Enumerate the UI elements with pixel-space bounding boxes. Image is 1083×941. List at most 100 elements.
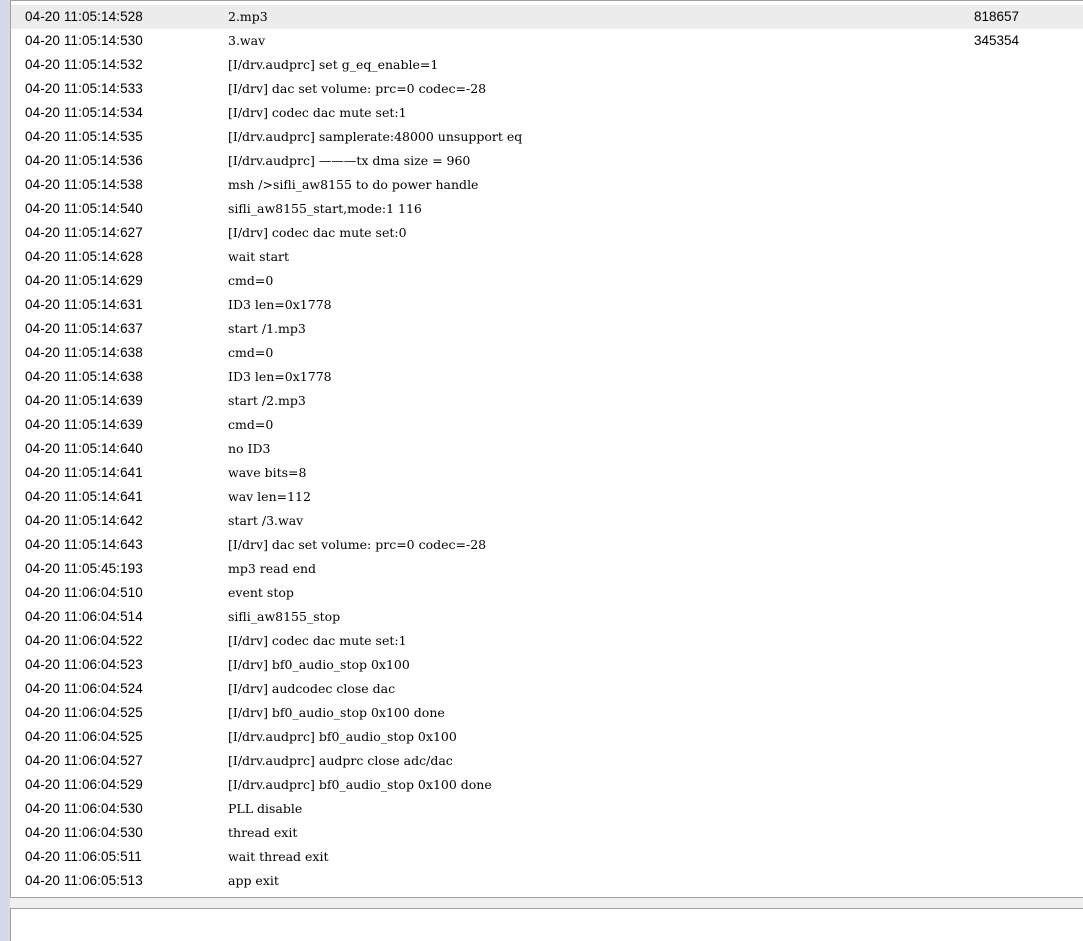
- log-message: start /2.mp3: [228, 393, 306, 408]
- log-message: [I/drv] audcodec close dac: [228, 681, 396, 696]
- log-timestamp: 04-20 11:06:04:530: [25, 801, 143, 816]
- log-timestamp: 04-20 11:05:14:534: [25, 105, 143, 120]
- log-output-panel[interactable]: 04-20 11:05:14:528 2.mp3 818657 04-20 11:05…: [10, 0, 1083, 898]
- log-row[interactable]: 04-20 11:05:14:628 wait start: [11, 245, 1083, 269]
- log-row[interactable]: 04-20 11:06:04:523 [I/drv] bf0_audio_stop…: [11, 653, 1083, 677]
- log-row[interactable]: 04-20 11:05:14:640 no ID3: [11, 437, 1083, 461]
- log-row[interactable]: 04-20 11:05:14:643 [I/drv] dac set volume…: [11, 533, 1083, 557]
- log-row[interactable]: 04-20 11:05:14:532 [I/drv.audprc] set g_e…: [11, 53, 1083, 77]
- log-message: [I/drv.audprc] ———tx dma size = 960: [228, 153, 471, 168]
- log-timestamp: 04-20 11:05:14:530: [25, 33, 143, 48]
- command-input[interactable]: [11, 909, 1083, 941]
- log-message: cmd=0: [228, 273, 274, 288]
- log-row[interactable]: 04-20 11:05:14:642 start /3.wav: [11, 509, 1083, 533]
- log-message: app exit: [228, 873, 279, 888]
- log-message: [I/drv.audprc] bf0_audio_stop 0x100 done: [228, 777, 492, 792]
- log-row[interactable]: 04-20 11:05:14:641 wav len=112: [11, 485, 1083, 509]
- log-timestamp: 04-20 11:05:14:638: [25, 369, 143, 384]
- log-timestamp: 04-20 11:05:14:538: [25, 177, 143, 192]
- log-timestamp: 04-20 11:05:14:631: [25, 297, 143, 312]
- log-message: [I/drv] bf0_audio_stop 0x100: [228, 657, 410, 672]
- log-file-size: 818657: [974, 9, 1020, 24]
- log-timestamp: 04-20 11:06:04:525: [25, 729, 143, 744]
- log-message: thread exit: [228, 825, 298, 840]
- log-message: sifli_aw8155_stop: [228, 609, 341, 624]
- log-row[interactable]: 04-20 11:06:05:513 app exit: [11, 869, 1083, 893]
- log-row[interactable]: 04-20 11:05:14:536 [I/drv.audprc] ———tx d…: [11, 149, 1083, 173]
- log-timestamp: 04-20 11:06:04:524: [25, 681, 143, 696]
- log-row[interactable]: 04-20 11:05:14:629 cmd=0: [11, 269, 1083, 293]
- log-message: msh />sifli_aw8155 to do power handle: [228, 177, 479, 192]
- log-timestamp: 04-20 11:05:14:643: [25, 537, 143, 552]
- log-row[interactable]: 04-20 11:05:14:540 sifli_aw8155_start,mod…: [11, 197, 1083, 221]
- log-row[interactable]: 04-20 11:05:45:193 mp3 read end: [11, 557, 1083, 581]
- log-message: [I/drv] bf0_audio_stop 0x100 done: [228, 705, 445, 720]
- log-row[interactable]: 04-20 11:06:04:525 [I/drv.audprc] bf0_aud…: [11, 725, 1083, 749]
- log-timestamp: 04-20 11:06:04:527: [25, 753, 143, 768]
- log-row[interactable]: 04-20 11:05:14:533 [I/drv] dac set volume…: [11, 77, 1083, 101]
- log-message: ID3 len=0x1778: [228, 369, 332, 384]
- log-message: wait thread exit: [228, 849, 329, 864]
- log-row[interactable]: 04-20 11:05:14:534 [I/drv] codec dac mute…: [11, 101, 1083, 125]
- log-row[interactable]: 04-20 11:05:14:538 msh />sifli_aw8155 to …: [11, 173, 1083, 197]
- log-message: wave bits=8: [228, 465, 307, 480]
- panel-divider: [10, 898, 1083, 908]
- log-message: wait start: [228, 249, 290, 264]
- log-message: [I/drv] codec dac mute set:1: [228, 105, 407, 120]
- log-row[interactable]: 04-20 11:05:14:637 start /1.mp3: [11, 317, 1083, 341]
- log-message: 3.wav: [228, 33, 266, 48]
- log-message: 2.mp3: [228, 9, 268, 24]
- log-message: event stop: [228, 585, 294, 600]
- log-row[interactable]: 04-20 11:05:14:530 3.wav 345354: [11, 29, 1083, 53]
- log-row[interactable]: 04-20 11:05:14:535 [I/drv.audprc] sampler…: [11, 125, 1083, 149]
- log-row[interactable]: 04-20 11:06:05:511 wait thread exit: [11, 845, 1083, 869]
- log-row[interactable]: 04-20 11:06:04:527 [I/drv.audprc] audprc …: [11, 749, 1083, 773]
- log-message: sifli_aw8155_start,mode:1 116: [228, 201, 422, 216]
- log-timestamp: 04-20 11:06:04:523: [25, 657, 143, 672]
- log-message: cmd=0: [228, 417, 274, 432]
- log-message: ID3 len=0x1778: [228, 297, 332, 312]
- log-message: PLL disable: [228, 801, 303, 816]
- log-row[interactable]: 04-20 11:05:14:627 [I/drv] codec dac mute…: [11, 221, 1083, 245]
- log-timestamp: 04-20 11:05:14:628: [25, 249, 143, 264]
- log-timestamp: 04-20 11:05:14:639: [25, 417, 143, 432]
- log-message: [I/drv] codec dac mute set:0: [228, 225, 407, 240]
- log-message: mp3 read end: [228, 561, 317, 576]
- log-row[interactable]: 04-20 11:06:04:514 sifli_aw8155_stop: [11, 605, 1083, 629]
- log-timestamp: 04-20 11:06:04:510: [25, 585, 143, 600]
- command-input-panel[interactable]: [10, 908, 1083, 941]
- log-message: wav len=112: [228, 489, 311, 504]
- log-message: start /3.wav: [228, 513, 304, 528]
- log-timestamp: 04-20 11:05:14:540: [25, 201, 143, 216]
- log-row[interactable]: 04-20 11:05:14:631 ID3 len=0x1778: [11, 293, 1083, 317]
- log-message: [I/drv] codec dac mute set:1: [228, 633, 407, 648]
- log-timestamp: 04-20 11:05:14:532: [25, 57, 143, 72]
- log-row[interactable]: 04-20 11:06:04:510 event stop: [11, 581, 1083, 605]
- log-row[interactable]: 04-20 11:05:14:639 start /2.mp3: [11, 389, 1083, 413]
- log-timestamp: 04-20 11:06:04:522: [25, 633, 143, 648]
- log-row[interactable]: 04-20 11:05:14:639 cmd=0: [11, 413, 1083, 437]
- log-timestamp: 04-20 11:06:04:529: [25, 777, 143, 792]
- log-row[interactable]: 04-20 11:05:14:641 wave bits=8: [11, 461, 1083, 485]
- log-timestamp: 04-20 11:05:14:641: [25, 489, 143, 504]
- log-message: start /1.mp3: [228, 321, 306, 336]
- log-timestamp: 04-20 11:05:14:637: [25, 321, 143, 336]
- log-message: [I/drv.audprc] audprc close adc/dac: [228, 753, 453, 768]
- log-message: [I/drv.audprc] set g_eq_enable=1: [228, 57, 439, 72]
- log-timestamp: 04-20 11:06:04:525: [25, 705, 143, 720]
- log-row[interactable]: 04-20 11:05:14:528 2.mp3 818657: [11, 5, 1083, 29]
- log-timestamp: 04-20 11:05:14:640: [25, 441, 143, 456]
- log-row[interactable]: 04-20 11:06:04:530 PLL disable: [11, 797, 1083, 821]
- log-row[interactable]: 04-20 11:06:04:529 [I/drv.audprc] bf0_aud…: [11, 773, 1083, 797]
- log-timestamp: 04-20 11:06:05:513: [25, 873, 143, 888]
- log-row[interactable]: 04-20 11:06:04:530 thread exit: [11, 821, 1083, 845]
- log-timestamp: 04-20 11:05:14:536: [25, 153, 143, 168]
- log-message: [I/drv.audprc] samplerate:48000 unsuppor…: [228, 129, 523, 144]
- log-row[interactable]: 04-20 11:06:04:524 [I/drv] audcodec close…: [11, 677, 1083, 701]
- log-row[interactable]: 04-20 11:06:04:525 [I/drv] bf0_audio_stop…: [11, 701, 1083, 725]
- log-file-size: 345354: [974, 33, 1020, 48]
- log-row[interactable]: 04-20 11:05:14:638 cmd=0: [11, 341, 1083, 365]
- log-row[interactable]: 04-20 11:05:14:638 ID3 len=0x1778: [11, 365, 1083, 389]
- log-row[interactable]: 04-20 11:06:04:522 [I/drv] codec dac mute…: [11, 629, 1083, 653]
- log-message: no ID3: [228, 441, 271, 456]
